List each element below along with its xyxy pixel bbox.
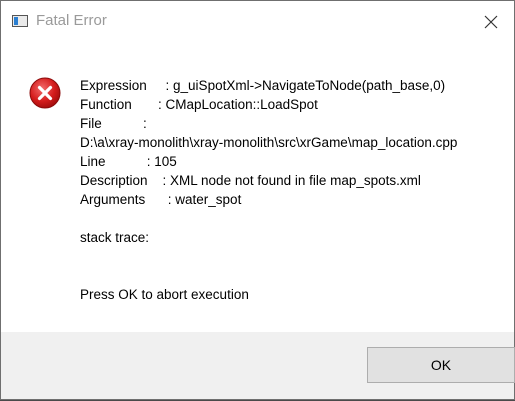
abort-prompt-line: Press OK to abort execution (80, 287, 249, 302)
description-line: Description : XML node not found in file… (80, 173, 421, 188)
file-path-line: D:\a\xray-monolith\xray-monolith\src\xrG… (80, 135, 458, 150)
close-button[interactable] (468, 1, 514, 43)
function-line: Function : CMapLocation::LoadSpot (80, 97, 318, 112)
button-bar: OK (1, 332, 515, 399)
error-icon (29, 77, 61, 109)
error-message: Expression : g_uiSpotXml->NavigateToNode… (80, 76, 457, 304)
error-dialog: Fatal Error Expression : g_uiSpotXml->Na… (0, 0, 515, 400)
window-title: Fatal Error (36, 12, 107, 29)
expression-line: Expression : g_uiSpotXml->NavigateToNode… (80, 78, 446, 93)
close-icon (484, 15, 498, 29)
title-bar: Fatal Error (1, 1, 514, 43)
line-number-line: Line : 105 (80, 154, 177, 169)
app-window-icon (12, 15, 28, 27)
dialog-content: Expression : g_uiSpotXml->NavigateToNode… (1, 43, 514, 332)
stack-trace-line: stack trace: (80, 230, 150, 245)
file-label-line: File : (80, 116, 147, 131)
ok-button[interactable]: OK (367, 347, 515, 383)
arguments-line: Arguments : water_spot (80, 192, 242, 207)
